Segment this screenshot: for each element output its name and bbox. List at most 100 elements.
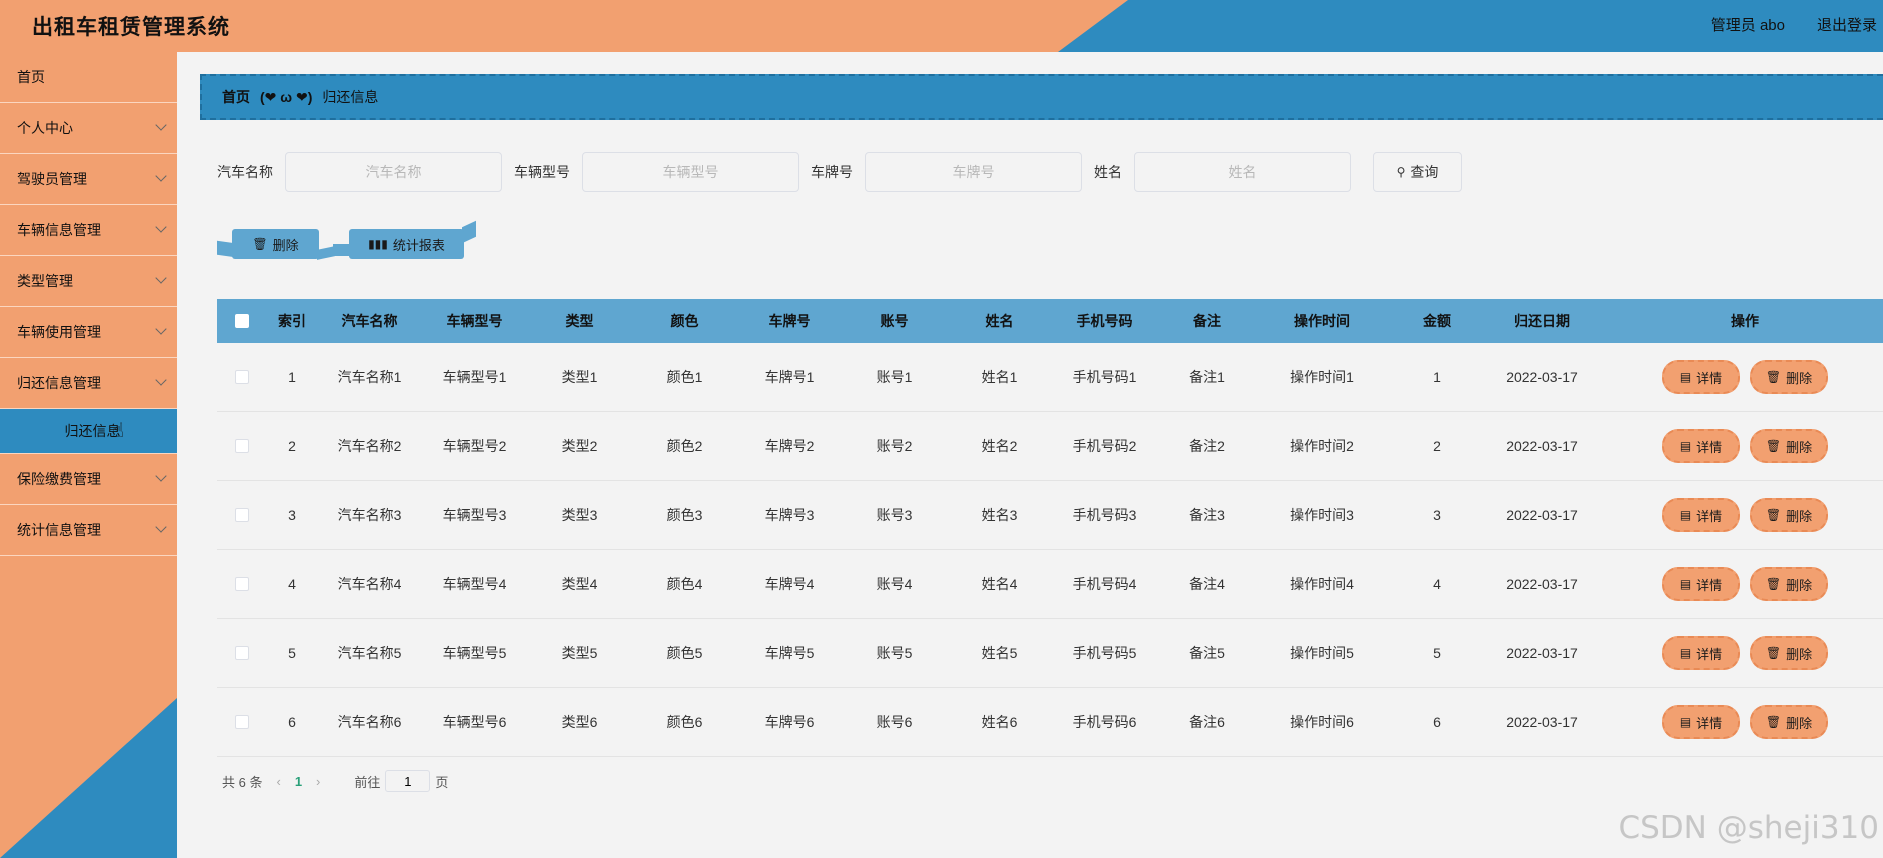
detail-button[interactable]: ▤ 详情 — [1662, 360, 1740, 394]
sidebar-item-driver-management[interactable]: 驾驶员管理 — [0, 154, 177, 205]
hand-cursor-icon: ☝ — [112, 420, 125, 442]
detail-button[interactable]: ▤ 详情 — [1662, 429, 1740, 463]
search-button-label: 查询 — [1410, 164, 1439, 180]
sidebar-item-label: 驾驶员管理 — [17, 171, 87, 187]
table-cell: 备注6 — [1189, 714, 1225, 730]
logout-link[interactable]: 退出登录 — [1817, 14, 1877, 35]
batch-delete-button[interactable]: 🗑 删除 — [232, 229, 319, 259]
delete-button[interactable]: 🗑 删除 — [1750, 705, 1828, 739]
detail-button-label: 详情 — [1696, 508, 1723, 524]
table-cell: 操作时间2 — [1290, 438, 1354, 454]
plate-number-input[interactable] — [865, 152, 1082, 192]
table-cell: 4 — [288, 576, 296, 592]
next-page-icon[interactable]: › — [316, 774, 320, 789]
row-select-cell — [217, 646, 267, 660]
column-header: 车辆型号 — [446, 313, 503, 329]
sidebar-item-label: 归还信息管理 — [17, 375, 101, 391]
row-actions: ▤ 详情 🗑 删除 — [1597, 360, 1883, 394]
chevron-up-icon — [155, 374, 167, 386]
detail-button[interactable]: ▤ 详情 — [1662, 705, 1740, 739]
table-cell: 操作时间4 — [1290, 576, 1354, 592]
trash-icon: 🗑 — [1765, 439, 1782, 453]
column-header: 车牌号 — [768, 313, 811, 329]
sidebar-subitem-return-info[interactable]: 归还信息 — [0, 409, 177, 454]
table-cell: 操作时间6 — [1290, 714, 1354, 730]
row-checkbox[interactable] — [235, 508, 249, 522]
sidebar-item-vehicle-usage[interactable]: 车辆使用管理 — [0, 307, 177, 358]
table-cell: 账号2 — [876, 438, 913, 454]
table-cell: 颜色2 — [666, 438, 703, 454]
sidebar-item-home[interactable]: 首页 — [0, 52, 177, 103]
detail-button[interactable]: ▤ 详情 — [1662, 567, 1740, 601]
delete-button[interactable]: 🗑 删除 — [1750, 636, 1828, 670]
return-info-table: 索引 汽车名称 车辆型号 类型 颜色 车牌号 账号 姓名 手机号码 备注 操作时… — [217, 299, 1883, 757]
sidebar-item-personal-center[interactable]: 个人中心 — [0, 103, 177, 154]
table-cell: 账号3 — [876, 507, 913, 523]
name-input[interactable] — [1134, 152, 1351, 192]
row-checkbox[interactable] — [235, 577, 249, 591]
delete-button[interactable]: 🗑 删除 — [1750, 567, 1828, 601]
detail-button[interactable]: ▤ 详情 — [1662, 498, 1740, 532]
table-row: 3 汽车名称3 车辆型号3 类型3 颜色3 车牌号3 账号3 姓名3 手机号码3… — [217, 481, 1883, 550]
table-cell: 6 — [288, 714, 296, 730]
statistics-report-button[interactable]: ▮▮▮ 统计报表 — [349, 229, 464, 259]
row-checkbox[interactable] — [235, 370, 249, 384]
table-cell: 操作时间1 — [1290, 369, 1354, 385]
vehicle-model-input[interactable] — [582, 152, 799, 192]
delete-button[interactable]: 🗑 删除 — [1750, 429, 1828, 463]
table-cell: 账号1 — [876, 369, 913, 385]
delete-button[interactable]: 🗑 删除 — [1750, 498, 1828, 532]
delete-button[interactable]: 🗑 删除 — [1750, 360, 1828, 394]
sidebar-item-type-management[interactable]: 类型管理 — [0, 256, 177, 307]
row-checkbox[interactable] — [235, 715, 249, 729]
sidebar: 首页 个人中心 驾驶员管理 车辆信息管理 类型管理 车辆使用管理 归还信息管理 … — [0, 52, 177, 858]
table-cell: 汽车名称5 — [337, 645, 402, 661]
sidebar-item-label: 统计信息管理 — [17, 522, 101, 538]
chevron-down-icon — [155, 170, 167, 182]
row-checkbox[interactable] — [235, 646, 249, 660]
goto-page-input[interactable] — [385, 770, 431, 792]
table-header-row: 索引 汽车名称 车辆型号 类型 颜色 车牌号 账号 姓名 手机号码 备注 操作时… — [217, 299, 1883, 343]
detail-button[interactable]: ▤ 详情 — [1662, 636, 1740, 670]
detail-button-label: 详情 — [1696, 439, 1723, 455]
current-user: 管理员 abo — [1710, 17, 1785, 34]
detail-button-label: 详情 — [1696, 370, 1723, 386]
table-cell: 手机号码5 — [1072, 645, 1137, 661]
prev-page-icon[interactable]: ‹ — [276, 774, 280, 789]
table-cell: 类型6 — [561, 714, 598, 730]
column-header: 账号 — [880, 313, 909, 329]
header-peach-band — [0, 0, 1128, 52]
document-icon: ▤ — [1679, 508, 1692, 522]
sidebar-item-insurance[interactable]: 保险缴费管理 — [0, 454, 177, 505]
search-button[interactable]: ⚲ 查询 — [1373, 152, 1462, 192]
table-cell: 操作时间3 — [1290, 507, 1354, 523]
table-cell: 备注4 — [1189, 576, 1225, 592]
sidebar-item-label: 个人中心 — [17, 120, 73, 136]
column-header: 汽车名称 — [341, 313, 398, 329]
page-number-current[interactable]: 1 — [295, 774, 302, 789]
select-all-checkbox[interactable] — [235, 314, 249, 328]
chevron-down-icon — [155, 521, 167, 533]
document-icon: ▤ — [1679, 439, 1692, 453]
document-icon: ▤ — [1679, 577, 1692, 591]
table-cell: 姓名2 — [981, 438, 1018, 454]
table-cell: 类型3 — [561, 507, 598, 523]
car-name-input[interactable] — [285, 152, 502, 192]
sidebar-item-return-management[interactable]: 归还信息管理 — [0, 358, 177, 409]
sidebar-item-label: 车辆信息管理 — [17, 222, 101, 238]
trash-icon: 🗑 — [1765, 370, 1782, 384]
column-header: 类型 — [565, 313, 594, 329]
table-row: 1 汽车名称1 车辆型号1 类型1 颜色1 车牌号1 账号1 姓名1 手机号码1… — [217, 343, 1883, 412]
row-checkbox[interactable] — [235, 439, 249, 453]
sidebar-item-vehicle-info[interactable]: 车辆信息管理 — [0, 205, 177, 256]
table-row: 6 汽车名称6 车辆型号6 类型6 颜色6 车牌号6 账号6 姓名6 手机号码6… — [217, 688, 1883, 757]
table-cell: 汽车名称6 — [337, 714, 402, 730]
table-cell: 车辆型号1 — [442, 369, 507, 385]
breadcrumb-home[interactable]: 首页 — [222, 87, 250, 107]
watermark: CSDN @sheji310 — [1618, 810, 1879, 846]
row-actions: ▤ 详情 🗑 删除 — [1597, 636, 1883, 670]
trash-icon: 🗑 — [1765, 508, 1782, 522]
sidebar-item-statistics[interactable]: 统计信息管理 — [0, 505, 177, 556]
breadcrumb-current: 归还信息 — [322, 89, 379, 105]
column-header: 备注 — [1193, 313, 1221, 329]
